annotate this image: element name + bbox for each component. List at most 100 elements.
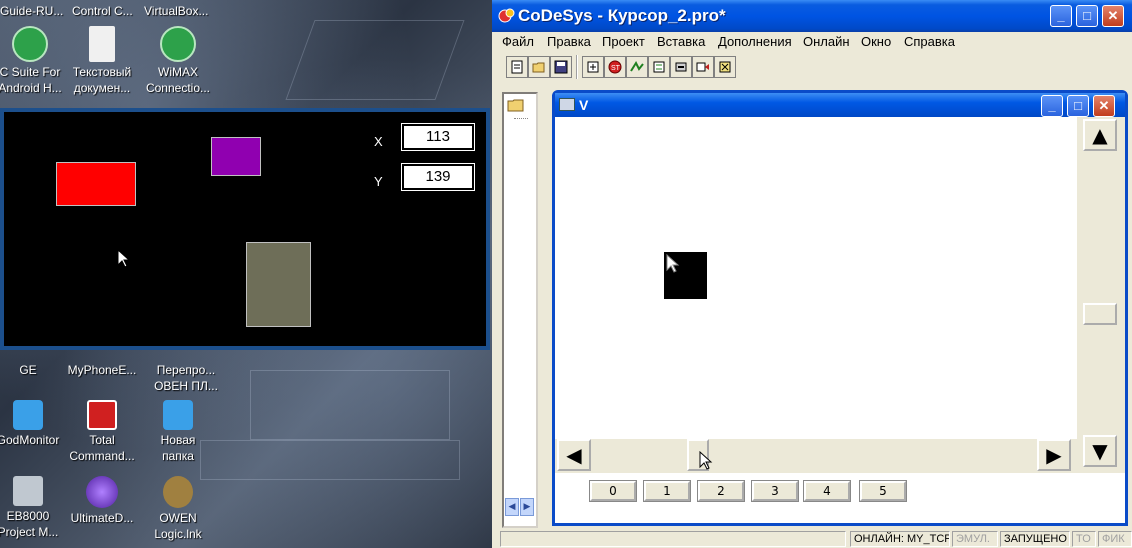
menu-insert[interactable]: Вставка [657, 34, 705, 49]
desktop-icon-label: EB8000 [6, 509, 50, 523]
title-bar[interactable]: CoDeSys - Курсор_2.pro* _ □ ✕ [492, 0, 1132, 32]
workspace: ◀ ▶ V _ □ ✕ ▲ ▼ ◀ ▶ 0 1 2 3 4 5 [498, 84, 1128, 528]
child-close-button[interactable]: ✕ [1093, 95, 1115, 117]
desktop-icon-myphone[interactable]: MyPhoneE... [62, 362, 142, 378]
scroll-left-button[interactable]: ◀ [505, 498, 519, 516]
desktop-icon-ge[interactable]: GE [0, 362, 68, 378]
scroll-left-button[interactable]: ◀ [557, 439, 591, 471]
eb8000-icon [13, 476, 43, 506]
desktop-icon-owen-programmer[interactable]: Перепро... ОВЕН ПЛ... [146, 362, 226, 394]
desktop-icon-label: ОВЕН ПЛ... [154, 379, 218, 393]
save-button[interactable] [550, 56, 572, 78]
stop-icon: ST [608, 60, 622, 74]
visualization-window: X Y 113 139 [0, 108, 490, 350]
maximize-button[interactable]: □ [1076, 5, 1098, 27]
scroll-up-button[interactable]: ▲ [1083, 119, 1117, 151]
close-button[interactable]: ✕ [1102, 5, 1124, 27]
logout-icon [653, 61, 665, 73]
new-file-icon [511, 60, 523, 74]
menu-extras[interactable]: Дополнения [718, 34, 792, 49]
desktop-icon-label: MyPhoneE... [67, 363, 137, 377]
tree-connector [514, 118, 528, 119]
menu-edit[interactable]: Правка [547, 34, 591, 49]
scroll-right-button[interactable]: ▶ [520, 498, 534, 516]
menu-help[interactable]: Справка [904, 34, 955, 49]
minimize-button[interactable]: _ [1050, 5, 1072, 27]
menu-online[interactable]: Онлайн [803, 34, 850, 49]
visu-button-0[interactable]: 0 [589, 480, 637, 502]
horizontal-scrollbar[interactable]: ◀ ▶ [555, 439, 1077, 473]
logout-button[interactable] [648, 56, 670, 78]
toolbar-separator [576, 55, 578, 79]
visualization-icon [559, 98, 575, 111]
desktop-icon-text-document[interactable]: Текстовый докумен... [62, 26, 142, 96]
svg-text:ST: ST [611, 65, 621, 72]
desktop-icon-godmonitor[interactable]: GodMonitor [0, 400, 68, 448]
android-suite-icon [12, 26, 48, 62]
visu-button-3[interactable]: 3 [751, 480, 799, 502]
desktop-icon-new-folder[interactable]: Новая папка [138, 400, 218, 464]
desktop-icon-ultimatedefrag[interactable]: UltimateD... [62, 476, 142, 526]
desktop-icon-total-commander[interactable]: Total Command... [62, 400, 142, 464]
new-file-button[interactable] [506, 56, 528, 78]
vertical-scroll-thumb[interactable] [1083, 303, 1117, 325]
status-bar: ОНЛАЙН: MY_TCP ЭМУЛ. ЗАПУЩЕНО ТО ФИК [492, 530, 1132, 548]
breakpoint-icon [719, 61, 731, 73]
step-icon [696, 62, 709, 72]
stop-button[interactable]: ST [604, 56, 626, 78]
scroll-right-button[interactable]: ▶ [1037, 439, 1071, 471]
status-message [500, 531, 846, 547]
codesys-app-icon [498, 8, 515, 23]
scroll-down-button[interactable]: ▼ [1083, 435, 1117, 467]
desktop-icon-label[interactable]: Guide-RU... [0, 3, 63, 19]
desktop-icon-wimax[interactable]: WiMAX Connectio... [138, 26, 218, 96]
desktop-icon-label[interactable]: Control C... [72, 3, 133, 19]
desktop-icon-label: GodMonitor [0, 433, 60, 447]
desktop-icon-eb8000[interactable]: EB8000 Project M... [0, 476, 68, 540]
visu-button-1[interactable]: 1 [643, 480, 691, 502]
child-maximize-button[interactable]: □ [1067, 95, 1089, 117]
y-label: Y [374, 174, 383, 189]
desktop-icon-label: GE [19, 363, 37, 377]
run-button[interactable] [670, 56, 692, 78]
desktop-icon-owen-logic[interactable]: OWEN Logic.lnk [138, 476, 218, 542]
build-icon [587, 61, 599, 73]
child-title-bar[interactable]: V _ □ ✕ [555, 93, 1125, 117]
step-button[interactable] [692, 56, 714, 78]
visualization-canvas[interactable]: X Y 113 139 [4, 112, 486, 346]
login-button[interactable] [626, 56, 648, 78]
mouse-cursor-icon [666, 254, 680, 273]
desktop-icon-label: C Suite For [0, 65, 61, 79]
desktop-icon-android-suite[interactable]: C Suite For Android H... [0, 26, 70, 96]
vertical-scrollbar[interactable]: ▲ ▼ [1077, 117, 1125, 473]
object-organizer[interactable]: ◀ ▶ [502, 92, 538, 528]
desktop-icon-label: Project M... [0, 525, 59, 539]
desktop-icon-label: Текстовый [72, 65, 132, 79]
mouse-cursor-icon [117, 248, 131, 268]
status-emulation: ЭМУЛ. [952, 531, 998, 547]
folder-icon [507, 99, 524, 112]
text-document-icon [89, 26, 115, 62]
visualization-editor-canvas[interactable]: ▲ ▼ ◀ ▶ 0 1 2 3 4 5 [555, 117, 1125, 523]
save-icon [554, 60, 568, 74]
window-title: CoDeSys - Курсор_2.pro* [518, 6, 726, 25]
breakpoint-button[interactable] [714, 56, 736, 78]
child-minimize-button[interactable]: _ [1041, 95, 1063, 117]
visu-button-4[interactable]: 4 [803, 480, 851, 502]
desktop-icon-label: UltimateD... [70, 511, 134, 525]
build-button[interactable] [582, 56, 604, 78]
menu-project[interactable]: Проект [602, 34, 645, 49]
child-window-title: V [579, 97, 589, 113]
status-running: ЗАПУЩЕНО [1000, 531, 1070, 547]
status-to: ТО [1072, 531, 1096, 547]
desktop-icon-label: Android H... [0, 81, 62, 95]
open-button[interactable] [528, 56, 550, 78]
menu-file[interactable]: Файл [502, 34, 534, 49]
desktop-icon-label: Connectio... [145, 81, 211, 95]
visu-button-5[interactable]: 5 [859, 480, 907, 502]
run-icon [675, 62, 687, 72]
desktop-icon-label[interactable]: VirtualBox... [144, 3, 208, 19]
menu-window[interactable]: Окно [861, 34, 891, 49]
visu-button-2[interactable]: 2 [697, 480, 745, 502]
olive-rectangle [246, 242, 311, 327]
